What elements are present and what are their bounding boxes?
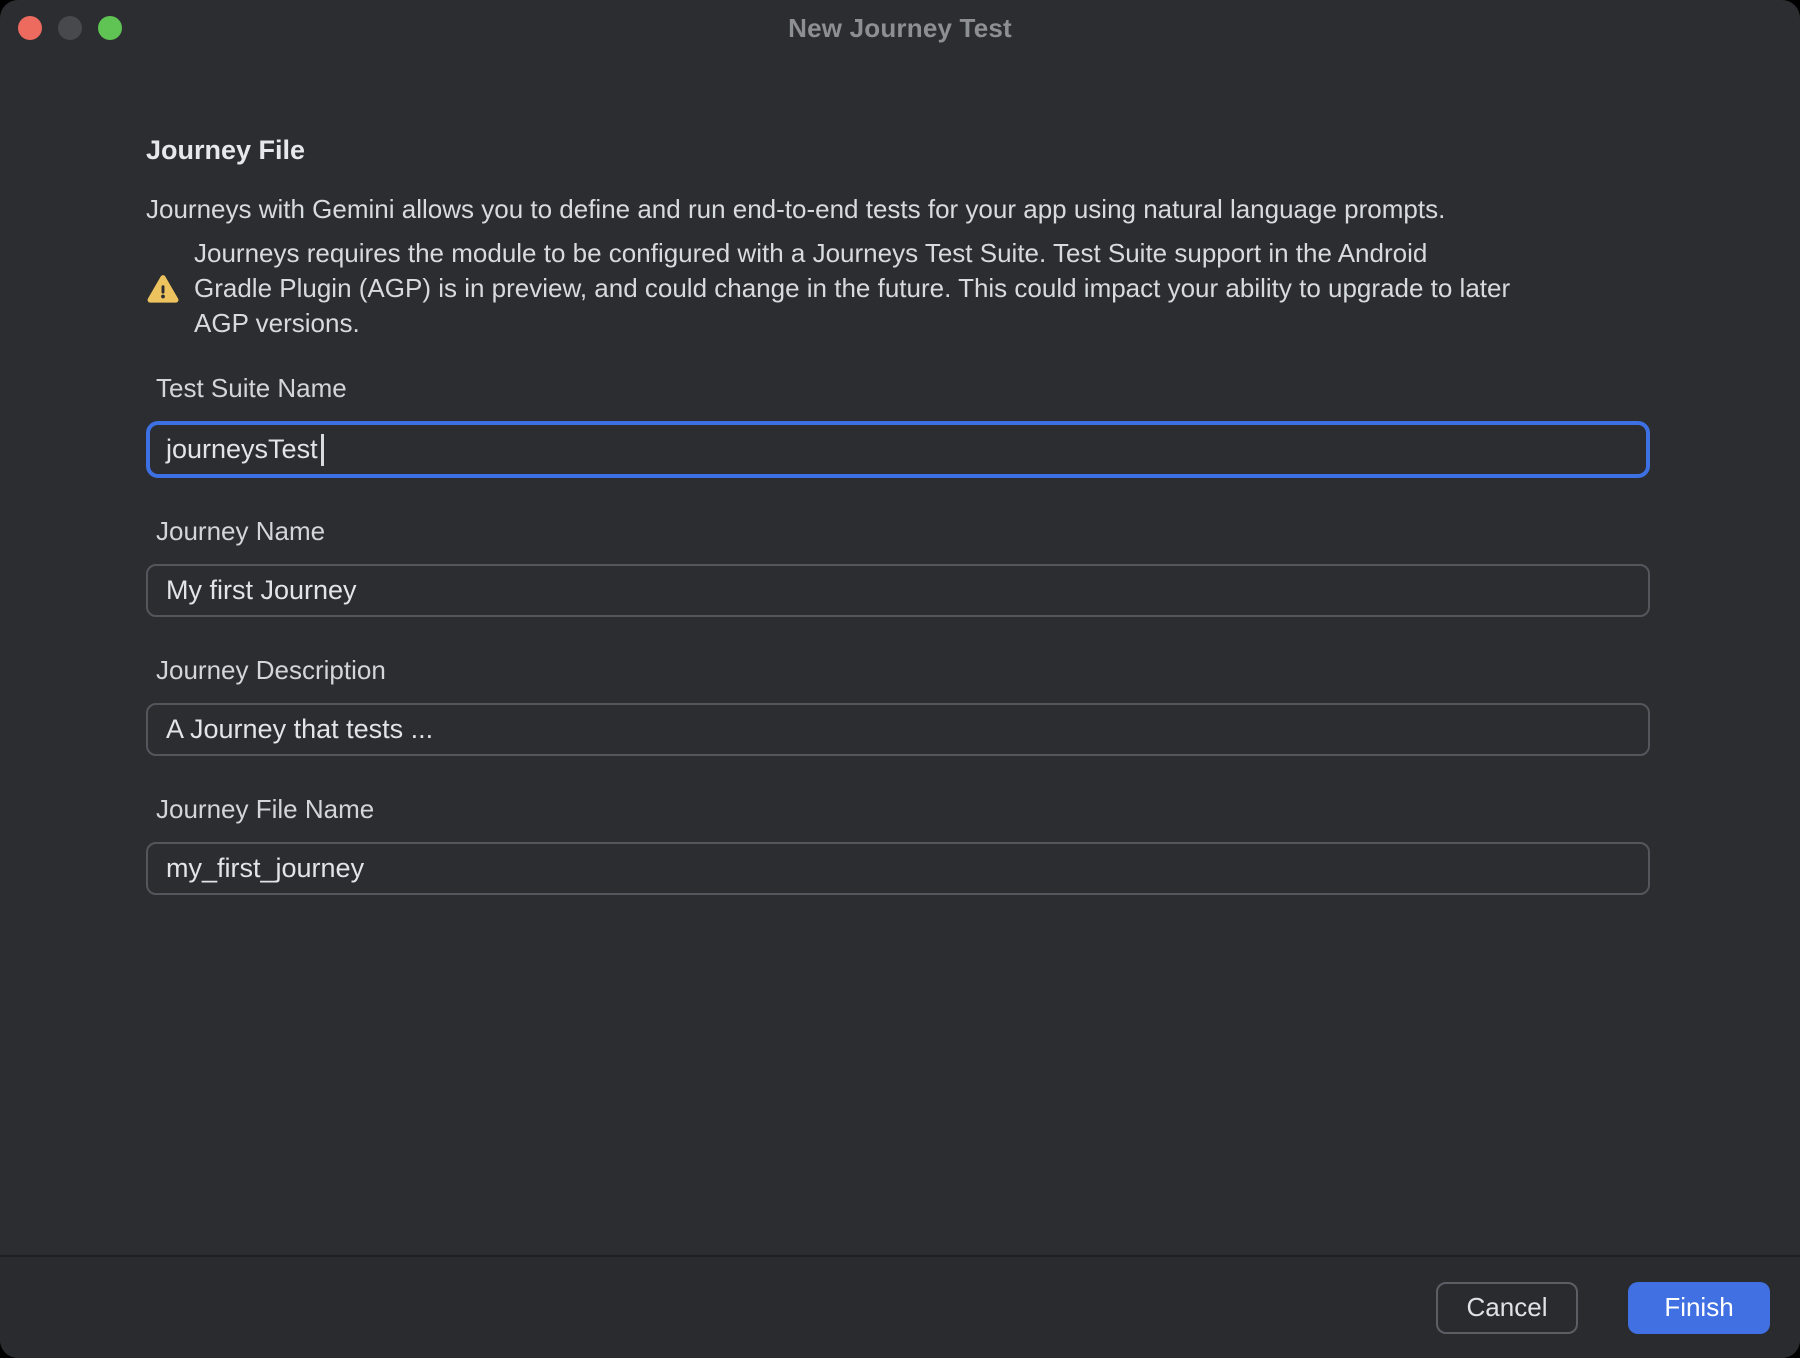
field-test-suite-name: Test Suite Name journeysTest (146, 371, 1650, 478)
titlebar: New Journey Test (0, 0, 1800, 56)
journey-name-value: My first Journey (166, 575, 357, 606)
minimize-window-button (58, 16, 82, 40)
journey-name-input[interactable]: My first Journey (146, 564, 1650, 617)
warning-line: Gradle Plugin (AGP) is in preview, and c… (194, 271, 1510, 306)
field-journey-name: Journey Name My first Journey (146, 514, 1650, 617)
journey-file-name-label: Journey File Name (156, 792, 1650, 826)
journey-description-label: Journey Description (156, 653, 1650, 687)
journey-file-name-input[interactable]: my_first_journey (146, 842, 1650, 895)
warning-line: AGP versions. (194, 306, 1510, 341)
warning-banner: Journeys requires the module to be confi… (146, 236, 1650, 341)
dialog-content: Journey File Journeys with Gemini allows… (0, 56, 1800, 1255)
new-journey-test-dialog: New Journey Test Journey File Journeys w… (0, 0, 1800, 1358)
window-title: New Journey Test (788, 13, 1012, 44)
journey-description-input[interactable]: A Journey that tests ... (146, 703, 1650, 756)
section-heading: Journey File (146, 134, 1650, 166)
zoom-window-button[interactable] (98, 16, 122, 40)
warning-line: Journeys requires the module to be confi… (194, 236, 1510, 271)
field-journey-file-name: Journey File Name my_first_journey (146, 792, 1650, 895)
dialog-footer: Cancel Finish (0, 1255, 1800, 1358)
test-suite-name-value: journeysTest (166, 434, 318, 465)
test-suite-name-label: Test Suite Name (156, 371, 1650, 405)
cancel-button[interactable]: Cancel (1436, 1282, 1578, 1334)
finish-button[interactable]: Finish (1628, 1282, 1770, 1334)
warning-text: Journeys requires the module to be confi… (194, 236, 1510, 341)
description-text: Journeys with Gemini allows you to defin… (146, 192, 1650, 226)
warning-triangle-icon (146, 274, 180, 304)
close-window-button[interactable] (18, 16, 42, 40)
field-journey-description: Journey Description A Journey that tests… (146, 653, 1650, 756)
test-suite-name-input[interactable]: journeysTest (146, 421, 1650, 478)
text-caret (321, 434, 324, 466)
journey-name-label: Journey Name (156, 514, 1650, 548)
journey-description-value: A Journey that tests ... (166, 714, 433, 745)
traffic-lights (18, 0, 122, 56)
journey-file-name-value: my_first_journey (166, 853, 364, 884)
